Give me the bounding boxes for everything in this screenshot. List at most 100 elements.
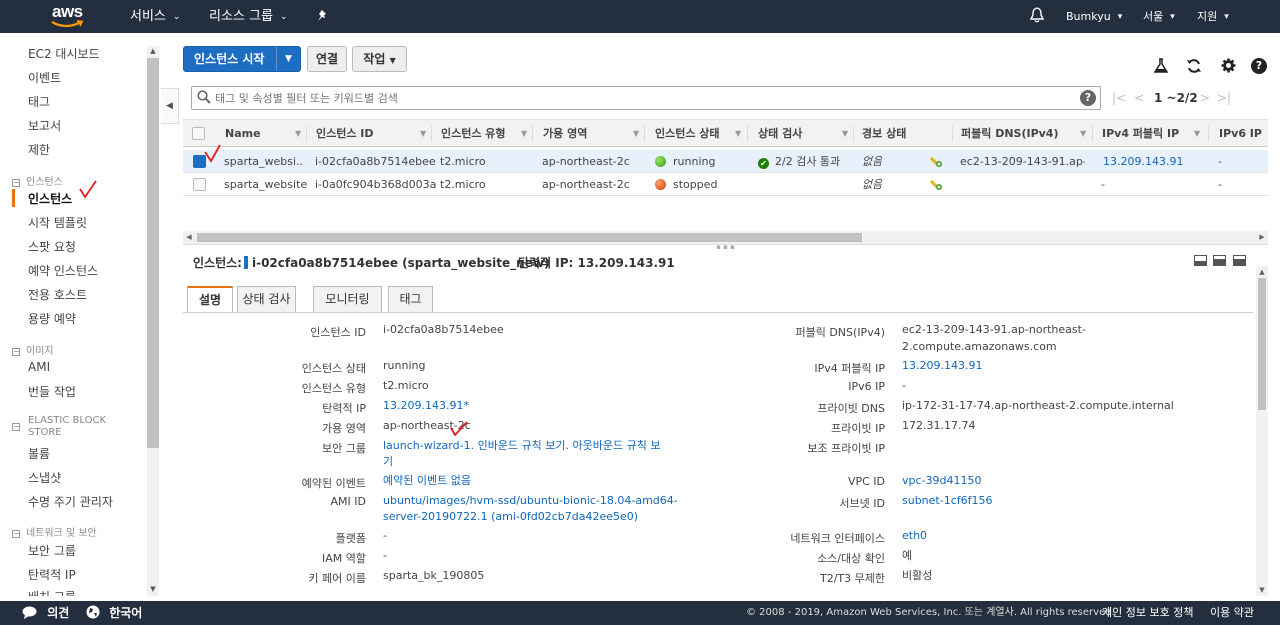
column-header-ipv4[interactable]: IPv4 퍼블릭 IP [1102,120,1179,148]
tab-description[interactable]: 설명 [187,286,233,313]
sidebar-item-security-groups[interactable]: 보안 그룹 [28,542,76,559]
sort-icon[interactable]: ▼ [295,120,305,148]
region-menu[interactable]: 서울 ▾ [1143,0,1175,33]
sidebar-item-tags[interactable]: 태그 [28,93,50,110]
column-header-instance-type[interactable]: 인스턴스 유형 [441,120,506,148]
next-page-icon[interactable]: > [1200,91,1210,105]
sort-icon[interactable]: ▼ [842,120,852,148]
sidebar-section-images[interactable]: − 이미지 [12,342,54,357]
sidebar-scrollbar-thumb[interactable] [147,58,159,448]
value-network-interfaces[interactable]: eth0 [902,528,927,544]
aws-logo[interactable]: aws [50,2,86,30]
value-subnet-id[interactable]: subnet-1cf6f156 [902,493,993,509]
privacy-link[interactable]: 개인 정보 보호 정책 [1102,601,1193,625]
table-row[interactable]: sparta_websi... i-02cfa0a8b7514ebee t2.m… [183,150,1268,173]
language-selector[interactable]: 한국어 [86,601,142,625]
sidebar-item-volumes[interactable]: 볼륨 [28,445,50,462]
search-bar[interactable]: ? [191,86,1101,110]
sidebar-item-reports[interactable]: 보고서 [28,117,61,134]
layout-split-icon[interactable] [1213,255,1226,266]
sort-icon[interactable]: ▼ [1194,120,1204,148]
sort-icon[interactable]: ▼ [1080,120,1090,148]
value-elastic-ip[interactable]: 13.209.143.91* [383,398,469,414]
resource-groups-menu[interactable]: 리소스 그룹 ⌄ [209,0,287,33]
sidebar-item-bundle-tasks[interactable]: 번들 작업 [28,383,76,400]
value-vpc-id[interactable]: vpc-39d41150 [902,473,981,489]
sidebar-item-reserved-instances[interactable]: 예약 인스턴스 [28,262,98,279]
column-header-instance-state[interactable]: 인스턴스 상태 [655,120,720,148]
value-ipv4-public-ip[interactable]: 13.209.143.91 [902,358,982,374]
sidebar-item-ami[interactable]: AMI [28,360,50,374]
table-row[interactable]: sparta_website i-0a0fc904b368d003a t2.mi… [183,173,1268,196]
last-page-icon[interactable]: >| [1217,91,1231,105]
terms-link[interactable]: 이용 약관 [1210,601,1254,625]
sidebar-item-dashboard[interactable]: EC2 대시보드 [28,45,100,62]
sidebar-section-instances[interactable]: − 인스턴스 [12,173,63,188]
scroll-up-icon[interactable]: ▲ [1256,266,1268,278]
select-all-checkbox[interactable] [192,127,205,140]
sort-icon[interactable]: ▼ [735,120,745,148]
value-security-group-cont[interactable]: 기 [383,454,393,470]
feedback-link[interactable]: 의견 [22,601,69,625]
gear-icon[interactable] [1219,58,1237,76]
sidebar-item-lifecycle-manager[interactable]: 수명 주기 관리자 [28,493,113,510]
sidebar-item-capacity-reservations[interactable]: 용량 예약 [28,310,76,327]
sidebar-scrollbar[interactable]: ▲ ▼ [147,46,159,596]
column-header-name[interactable]: Name [225,120,261,148]
sidebar-item-limits[interactable]: 제한 [28,141,50,158]
value-scheduled-events[interactable]: 예약된 이벤트 없음 [383,473,471,489]
sidebar-section-ebs[interactable]: − ELASTIC BLOCK STORE [12,415,122,439]
scroll-down-icon[interactable]: ▼ [147,584,159,594]
first-page-icon[interactable]: |< [1112,91,1126,105]
pin-icon[interactable] [317,0,328,33]
tab-monitoring[interactable]: 모니터링 [313,286,382,312]
value-ami-id-cont[interactable]: server-20190722.1 (ami-0fd02cb7da42ee5e0… [383,509,638,525]
layout-full-icon[interactable] [1233,255,1246,266]
detail-vertical-scrollbar[interactable]: ▲ ▼ [1256,266,1268,596]
alarm-bell-icon[interactable] [929,177,943,191]
bell-icon[interactable] [1029,0,1045,33]
sidebar-item-dedicated-hosts[interactable]: 전용 호스트 [28,286,87,303]
search-help-icon[interactable]: ? [1080,90,1096,106]
row-checkbox[interactable] [193,178,206,191]
sort-icon[interactable]: ▼ [521,120,531,148]
column-header-status-checks[interactable]: 상태 검사 [758,120,802,148]
sidebar-item-instances[interactable]: 인스턴스 [28,190,72,207]
launch-dropdown-caret-icon[interactable]: ▼ [277,47,300,71]
support-menu[interactable]: 지원 ▾ [1197,0,1229,33]
sidebar-item-placement-groups[interactable]: 배치 그룹 [28,588,76,596]
column-header-alarm-status[interactable]: 경보 상태 [862,120,906,148]
tab-tags[interactable]: 태그 [388,286,433,312]
tab-status-checks[interactable]: 상태 검사 [237,286,296,312]
column-header-public-dns[interactable]: 퍼블릭 DNS(IPv4) [961,120,1058,148]
sort-icon[interactable]: ▼ [420,120,430,148]
column-header-instance-id[interactable]: 인스턴스 ID [316,120,374,148]
value-security-group[interactable]: launch-wizard-1. 인바운드 규칙 보기. 아웃바운드 규칙 보 [383,438,660,454]
sidebar-item-elastic-ips[interactable]: 탄력적 IP [28,566,76,583]
horizontal-scrollbar-thumb[interactable] [197,233,862,242]
sidebar-item-events[interactable]: 이벤트 [28,69,61,86]
connect-button[interactable]: 연결 [307,46,347,72]
sidebar-item-snapshots[interactable]: 스냅샷 [28,469,61,486]
help-icon[interactable]: ? [1251,58,1267,74]
scroll-right-icon[interactable]: ▶ [1256,231,1268,244]
services-menu[interactable]: 서비스 ⌄ [130,0,180,33]
value-ami-id[interactable]: ubuntu/images/hvm-ssd/ubuntu-bionic-18.0… [383,493,678,509]
panel-splitter[interactable]: ▪ ▪ ▪ [183,244,1268,251]
sidebar-item-launch-templates[interactable]: 시작 템플릿 [28,214,87,231]
column-header-az[interactable]: 가용 영역 [543,120,587,148]
sidebar-item-spot-requests[interactable]: 스팟 요청 [28,238,76,255]
prev-page-icon[interactable]: < [1134,91,1144,105]
column-header-ipv6[interactable]: IPv6 IP [1219,120,1262,148]
alarm-bell-icon[interactable] [929,154,943,168]
scroll-up-icon[interactable]: ▲ [147,46,159,56]
scroll-down-icon[interactable]: ▼ [1256,584,1268,596]
sidebar-section-network[interactable]: − 네트워크 및 보안 [12,524,97,539]
cell-ipv4[interactable]: 13.209.143.91 [1103,150,1183,173]
user-menu[interactable]: Bumkyu ▾ [1066,0,1122,33]
actions-button[interactable]: 작업 ▼ [352,46,407,72]
flask-icon[interactable] [1152,58,1170,76]
scroll-left-icon[interactable]: ◀ [183,231,195,244]
detail-scrollbar-thumb[interactable] [1258,278,1266,410]
layout-bottom-icon[interactable] [1194,255,1207,266]
